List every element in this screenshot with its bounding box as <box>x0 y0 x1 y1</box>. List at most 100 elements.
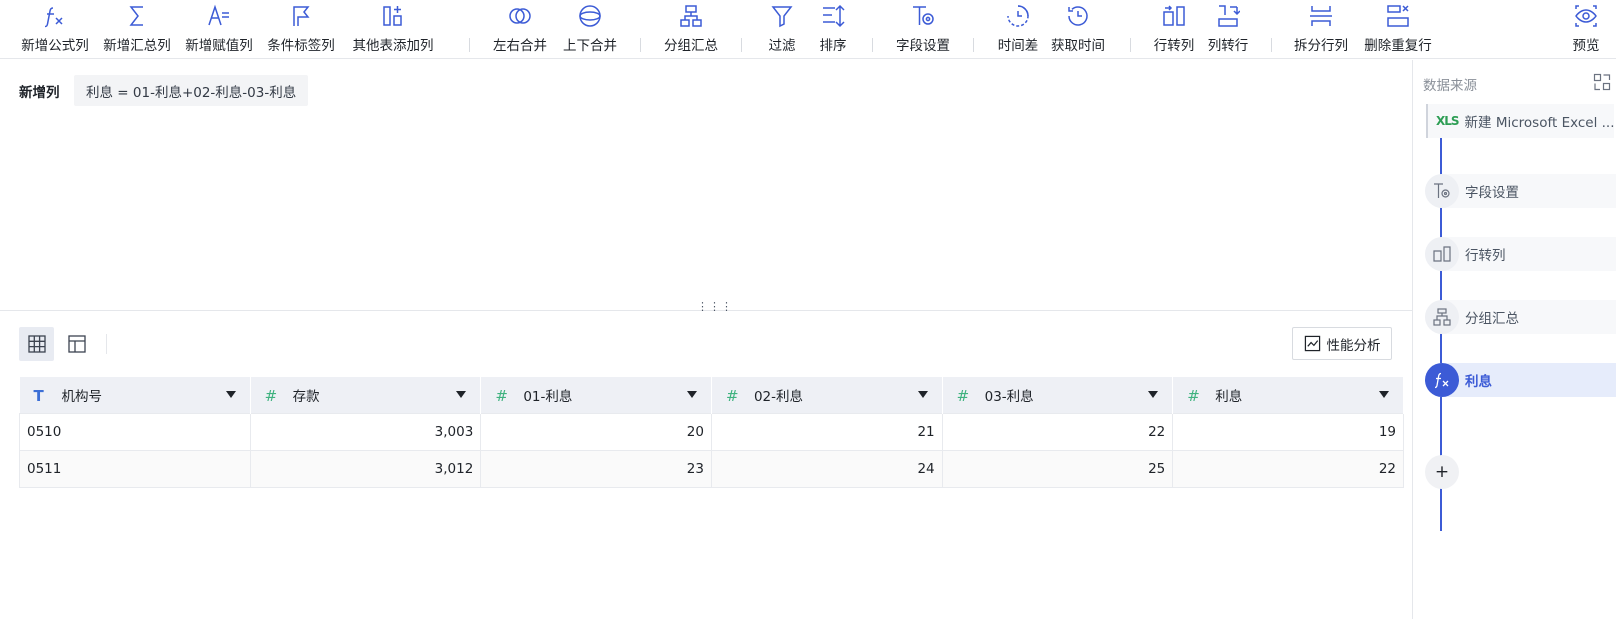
assign-value-icon <box>199 0 239 30</box>
number-type-icon: # <box>725 386 739 405</box>
column-to-row-button[interactable]: 列转行 <box>1204 0 1252 58</box>
step-label: 分组汇总 <box>1465 311 1519 327</box>
table-cell[interactable]: 21 <box>710 412 943 451</box>
sort-button[interactable]: 排序 <box>813 0 853 58</box>
table-cell[interactable]: 0511 <box>19 449 251 488</box>
formula-row: 新增列 利息 = 01-利息+02-利息-03-利息 <box>19 75 309 106</box>
column-to-row-icon <box>1208 0 1248 30</box>
column-header[interactable]: #01-利息 <box>480 377 712 413</box>
time-diff-button[interactable]: 时间差 <box>993 0 1043 58</box>
column-header[interactable]: T 机构号 <box>19 377 251 413</box>
table-view-button[interactable] <box>19 327 54 361</box>
toolbar-divider <box>741 38 742 52</box>
column-dropdown-icon[interactable] <box>1148 391 1159 398</box>
number-type-icon: # <box>1187 386 1200 405</box>
add-step-button[interactable]: + <box>1425 455 1459 489</box>
table-cell[interactable]: 25 <box>941 449 1174 488</box>
toolbar-divider <box>973 38 974 52</box>
row-to-column-icon <box>1425 237 1459 271</box>
step-field-settings[interactable]: 字段设置 <box>1425 174 1616 208</box>
get-time-icon <box>1058 0 1098 30</box>
number-type-icon: # <box>495 386 508 405</box>
table-cell[interactable]: 19 <box>1172 412 1404 451</box>
table-cell[interactable]: 20 <box>480 412 712 451</box>
formula-title: 新增列 <box>19 84 60 101</box>
column-name: 存款 <box>292 388 320 405</box>
toolbar: 新增公式列 新增汇总列 新增赋值列 条件标签列 其他表添加列 左右合并 上下合并… <box>0 0 1616 59</box>
view-divider <box>106 334 107 354</box>
column-name: 机构号 <box>61 388 103 405</box>
layout-view-button[interactable] <box>59 327 94 361</box>
column-header[interactable]: # 利息 <box>1172 377 1404 413</box>
number-type-icon: # <box>264 386 278 405</box>
column-header[interactable]: # 存款 <box>250 377 482 413</box>
group-summary-icon <box>1425 300 1459 334</box>
chart-icon <box>1304 335 1320 352</box>
source-item[interactable]: XLS 新建 Microsoft Excel ... <box>1426 104 1614 138</box>
merge-horizontal-icon <box>500 0 540 30</box>
flag-icon <box>281 0 321 30</box>
add-formula-column-button[interactable]: 新增公式列 <box>19 0 91 58</box>
filter-button[interactable]: 过滤 <box>762 0 802 58</box>
table-cell[interactable]: 23 <box>480 449 712 488</box>
step-row-to-column[interactable]: 行转列 <box>1425 237 1616 271</box>
remove-duplicates-icon <box>1378 0 1418 30</box>
column-name: 03-利息 <box>984 388 1034 405</box>
panel-title: 数据来源 <box>1423 78 1477 94</box>
condition-tag-column-button[interactable]: 条件标签列 <box>265 0 337 58</box>
group-summary-button[interactable]: 分组汇总 <box>660 0 722 58</box>
toolbar-divider <box>872 38 873 52</box>
column-dropdown-icon[interactable] <box>917 391 928 398</box>
field-settings-button[interactable]: 字段设置 <box>892 0 954 58</box>
table-cell[interactable]: 0510 <box>19 412 251 451</box>
table-cell[interactable]: 3,003 <box>249 412 482 451</box>
table-cell[interactable]: 22 <box>1172 449 1404 488</box>
text-type-icon: T <box>33 386 44 405</box>
column-header[interactable]: #03-利息 <box>942 377 1174 413</box>
column-header[interactable]: #02-利息 <box>711 377 943 413</box>
step-group-summary[interactable]: 分组汇总 <box>1425 300 1616 334</box>
split-rows-columns-button[interactable]: 拆分行列 <box>1290 0 1352 58</box>
merge-vertical-button[interactable]: 上下合并 <box>560 0 620 58</box>
row-to-column-button[interactable]: 行转列 <box>1150 0 1198 58</box>
fx-icon <box>35 0 75 30</box>
add-assign-column-button[interactable]: 新增赋值列 <box>183 0 255 58</box>
fx-icon <box>1425 363 1459 397</box>
table-row: 0510 3,003 20 21 22 19 <box>19 412 1404 451</box>
group-summary-icon <box>671 0 711 30</box>
column-dropdown-icon[interactable] <box>686 391 697 398</box>
column-name: 01-利息 <box>523 388 573 405</box>
toolbar-divider <box>469 38 470 52</box>
preview-button[interactable]: 预览 <box>1566 0 1606 58</box>
column-name: 02-利息 <box>753 388 804 405</box>
column-dropdown-icon[interactable] <box>1379 391 1389 398</box>
formula-expression[interactable]: 利息 = 01-利息+02-利息-03-利息 <box>74 75 309 106</box>
resize-handle-icon[interactable]: ⋮⋮⋮ <box>697 301 732 316</box>
step-label: 利息 <box>1465 374 1492 390</box>
table-row: 0511 3,012 23 24 25 22 <box>19 449 1404 488</box>
column-name: 利息 <box>1215 388 1243 405</box>
table-cell[interactable]: 22 <box>941 412 1174 451</box>
layout-toggle-icon[interactable] <box>1593 73 1611 91</box>
table-cell[interactable]: 24 <box>710 449 943 488</box>
table-cell[interactable]: 3,012 <box>249 449 482 488</box>
excel-icon: XLS <box>1436 114 1460 128</box>
time-diff-icon <box>998 0 1038 30</box>
performance-analysis-button[interactable]: 性能分析 <box>1292 327 1392 360</box>
sort-icon <box>813 0 853 30</box>
toolbar-divider <box>1271 38 1272 52</box>
step-interest[interactable]: 利息 <box>1425 363 1616 397</box>
source-label: 新建 Microsoft Excel ... <box>1464 115 1614 131</box>
column-dropdown-icon[interactable] <box>225 391 236 398</box>
filter-icon <box>762 0 802 30</box>
remove-duplicates-button[interactable]: 删除重复行 <box>1360 0 1436 58</box>
eye-icon <box>1566 0 1606 30</box>
toolbar-divider <box>1130 38 1131 52</box>
grid-icon <box>27 335 46 353</box>
column-dropdown-icon[interactable] <box>456 391 467 398</box>
toolbar-divider <box>640 38 641 52</box>
get-time-button[interactable]: 获取时间 <box>1047 0 1109 58</box>
add-summary-column-button[interactable]: 新增汇总列 <box>101 0 173 58</box>
merge-horizontal-button[interactable]: 左右合并 <box>490 0 550 58</box>
add-column-from-other-table-button[interactable]: 其他表添加列 <box>347 0 439 58</box>
